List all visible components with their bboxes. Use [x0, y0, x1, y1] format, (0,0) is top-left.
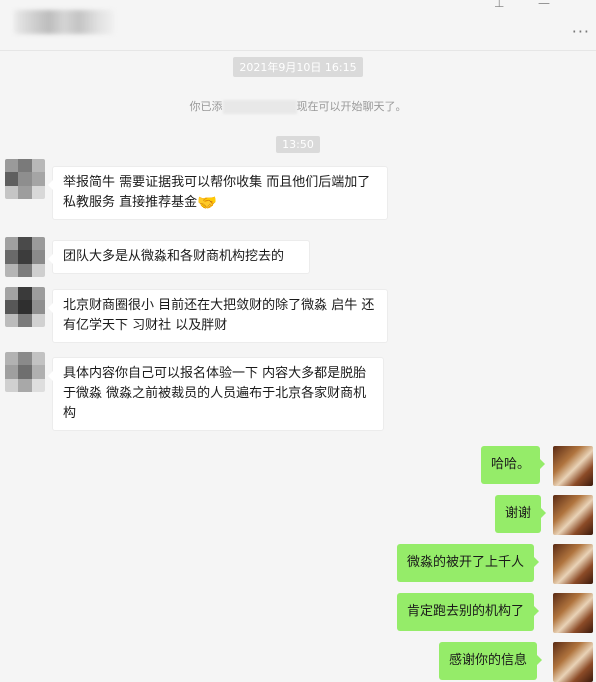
avatar[interactable]: [5, 237, 45, 277]
message-bubble[interactable]: 举报简牛 需要证据我可以帮你收集 而且他们后端加了私教服务 直接推荐基金🤝: [48, 166, 388, 220]
contact-name-blurred: [14, 10, 114, 34]
chat-header: ⊥ — ···: [0, 0, 596, 51]
self-avatar[interactable]: [553, 446, 593, 486]
redacted-name: [222, 100, 297, 114]
message-bubble-self[interactable]: 肯定跑去别的机构了: [397, 593, 540, 631]
self-avatar[interactable]: [553, 544, 593, 584]
timestamp: 13:50: [0, 136, 596, 153]
avatar[interactable]: [5, 352, 45, 392]
handshake-emoji: 🤝: [197, 193, 218, 212]
message-bubble[interactable]: 北京财商圈很小 目前还在大把敛财的除了微淼 启牛 还有亿学天下 习财社 以及胖财: [48, 289, 388, 343]
message-bubble-self[interactable]: 感谢你的信息: [439, 642, 543, 680]
message-bubble[interactable]: 团队大多是从微淼和各财商机构挖去的: [48, 240, 310, 274]
message-bubble-self[interactable]: 哈哈。: [481, 446, 546, 484]
minimize-icon[interactable]: —: [538, 0, 550, 10]
pin-icon[interactable]: ⊥: [494, 0, 504, 10]
system-message: 你已添 现在可以开始聊天了。: [189, 100, 407, 114]
message-bubble[interactable]: 具体内容你自己可以报名体验一下 内容大多都是脱胎于微淼 微淼之前被裁员的人员遍布…: [48, 357, 384, 431]
avatar[interactable]: [5, 287, 45, 327]
message-bubble-self[interactable]: 微淼的被开了上千人: [397, 544, 540, 582]
more-icon[interactable]: ···: [572, 22, 590, 41]
self-avatar[interactable]: [553, 495, 593, 535]
self-avatar[interactable]: [553, 642, 593, 682]
avatar[interactable]: [5, 159, 45, 199]
self-avatar[interactable]: [553, 593, 593, 633]
message-bubble-self[interactable]: 谢谢: [495, 495, 547, 533]
timestamp: 2021年9月10日 16:15: [0, 57, 596, 77]
